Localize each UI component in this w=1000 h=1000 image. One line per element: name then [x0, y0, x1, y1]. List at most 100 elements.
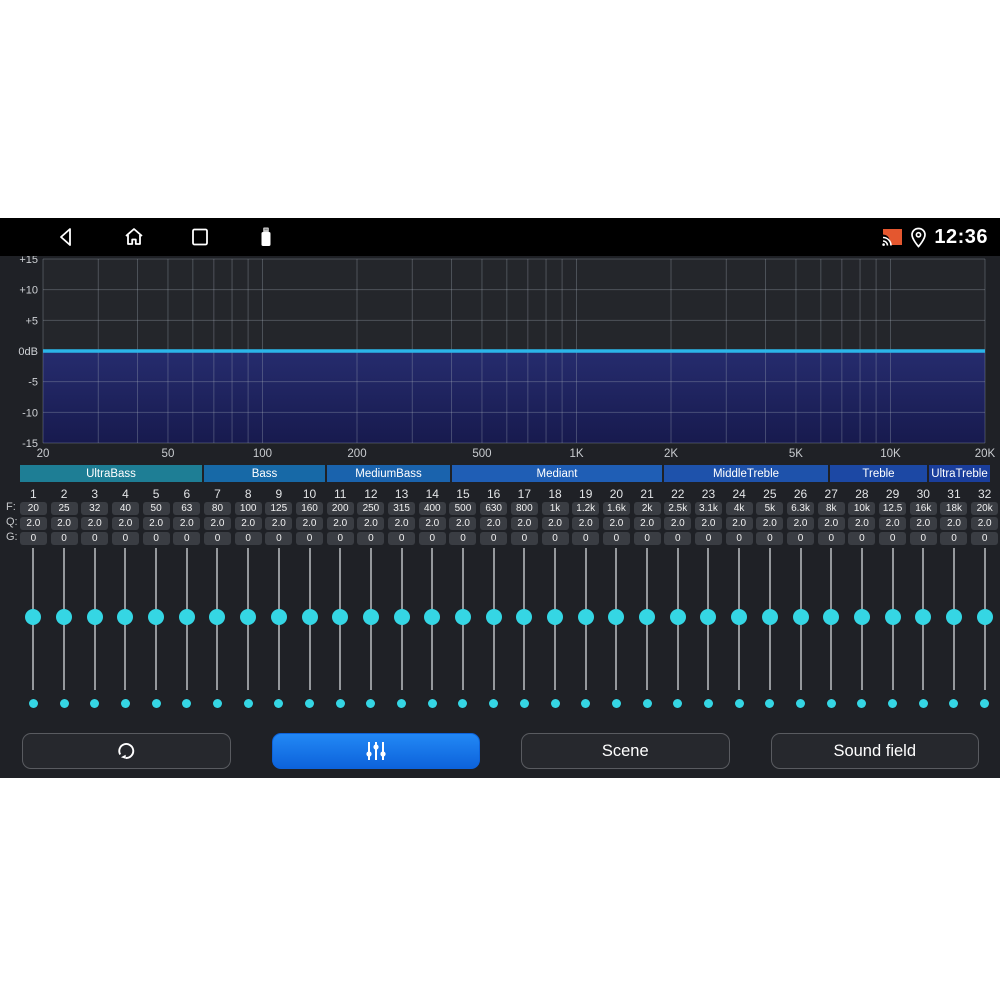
slider-thumb[interactable]	[915, 609, 932, 625]
band-dot[interactable]	[59, 698, 69, 708]
band-dot[interactable]	[458, 698, 468, 708]
band-dot[interactable]	[335, 698, 345, 708]
reset-button[interactable]	[22, 733, 231, 769]
band-dot[interactable]	[28, 698, 38, 708]
slider-thumb[interactable]	[516, 609, 533, 625]
slider-thumb[interactable]	[485, 609, 502, 625]
band-dot[interactable]	[519, 698, 529, 708]
slider-thumb[interactable]	[577, 609, 594, 625]
gain-slider[interactable]	[785, 548, 816, 690]
band-dot[interactable]	[120, 698, 130, 708]
slider-thumb[interactable]	[362, 609, 379, 625]
band-dot[interactable]	[90, 698, 100, 708]
slider-thumb[interactable]	[792, 609, 809, 625]
slider-thumb[interactable]	[945, 609, 962, 625]
band-dot[interactable]	[888, 698, 898, 708]
gain-slider[interactable]	[386, 548, 417, 690]
gain-slider[interactable]	[816, 548, 847, 690]
gain-slider[interactable]	[294, 548, 325, 690]
gain-slider[interactable]	[141, 548, 172, 690]
gain-slider[interactable]	[755, 548, 786, 690]
band-dot[interactable]	[151, 698, 161, 708]
gain-slider[interactable]	[202, 548, 233, 690]
band-dot[interactable]	[796, 698, 806, 708]
slider-thumb[interactable]	[424, 609, 441, 625]
band-dot[interactable]	[182, 698, 192, 708]
gain-slider[interactable]	[908, 548, 939, 690]
gain-slider[interactable]	[540, 548, 571, 690]
band-dot[interactable]	[397, 698, 407, 708]
band-dot[interactable]	[703, 698, 713, 708]
slider-thumb[interactable]	[117, 609, 134, 625]
back-icon[interactable]	[54, 225, 78, 249]
band-dot[interactable]	[642, 698, 652, 708]
gain-slider[interactable]	[49, 548, 80, 690]
slider-thumb[interactable]	[148, 609, 165, 625]
slider-thumb[interactable]	[454, 609, 471, 625]
recents-icon[interactable]	[188, 225, 212, 249]
gain-slider[interactable]	[448, 548, 479, 690]
gain-slider[interactable]	[969, 548, 1000, 690]
band-dot[interactable]	[274, 698, 284, 708]
gain-slider[interactable]	[264, 548, 295, 690]
gain-slider[interactable]	[877, 548, 908, 690]
gain-slider[interactable]	[693, 548, 724, 690]
band-dot[interactable]	[611, 698, 621, 708]
band-dot[interactable]	[765, 698, 775, 708]
gain-slider[interactable]	[939, 548, 970, 690]
band-dot[interactable]	[366, 698, 376, 708]
slider-thumb[interactable]	[240, 609, 257, 625]
band-dot[interactable]	[550, 698, 560, 708]
slider-thumb[interactable]	[884, 609, 901, 625]
slider-thumb[interactable]	[761, 609, 778, 625]
band-dot[interactable]	[949, 698, 959, 708]
gain-slider[interactable]	[417, 548, 448, 690]
slider-thumb[interactable]	[669, 609, 686, 625]
scene-button[interactable]: Scene	[521, 733, 730, 769]
slider-thumb[interactable]	[301, 609, 318, 625]
band-dot[interactable]	[980, 698, 990, 708]
slider-thumb[interactable]	[823, 609, 840, 625]
slider-thumb[interactable]	[86, 609, 103, 625]
gain-slider[interactable]	[601, 548, 632, 690]
slider-thumb[interactable]	[25, 609, 42, 625]
gain-slider[interactable]	[110, 548, 141, 690]
gain-slider[interactable]	[79, 548, 110, 690]
gain-slider[interactable]	[356, 548, 387, 690]
gain-slider[interactable]	[509, 548, 540, 690]
band-dot[interactable]	[826, 698, 836, 708]
gain-slider[interactable]	[724, 548, 755, 690]
slider-thumb[interactable]	[209, 609, 226, 625]
equalizer-button[interactable]	[271, 733, 480, 769]
band-dot[interactable]	[305, 698, 315, 708]
band-dot[interactable]	[918, 698, 928, 708]
slider-thumb[interactable]	[639, 609, 656, 625]
gain-slider[interactable]	[847, 548, 878, 690]
slider-thumb[interactable]	[270, 609, 287, 625]
slider-thumb[interactable]	[56, 609, 73, 625]
band-dot[interactable]	[857, 698, 867, 708]
slider-thumb[interactable]	[178, 609, 195, 625]
gain-slider[interactable]	[325, 548, 356, 690]
band-dot[interactable]	[581, 698, 591, 708]
slider-thumb[interactable]	[700, 609, 717, 625]
band-dot[interactable]	[243, 698, 253, 708]
gain-slider[interactable]	[171, 548, 202, 690]
gain-slider[interactable]	[233, 548, 264, 690]
slider-thumb[interactable]	[731, 609, 748, 625]
band-dot[interactable]	[734, 698, 744, 708]
slider-thumb[interactable]	[853, 609, 870, 625]
band-dot[interactable]	[673, 698, 683, 708]
slider-thumb[interactable]	[393, 609, 410, 625]
gain-slider[interactable]	[632, 548, 663, 690]
band-dot[interactable]	[212, 698, 222, 708]
band-dot[interactable]	[427, 698, 437, 708]
gain-slider[interactable]	[662, 548, 693, 690]
slider-thumb[interactable]	[547, 609, 564, 625]
gain-slider[interactable]	[478, 548, 509, 690]
slider-thumb[interactable]	[332, 609, 349, 625]
slider-thumb[interactable]	[976, 609, 993, 625]
home-icon[interactable]	[122, 225, 146, 249]
gain-slider[interactable]	[18, 548, 49, 690]
band-dot[interactable]	[489, 698, 499, 708]
